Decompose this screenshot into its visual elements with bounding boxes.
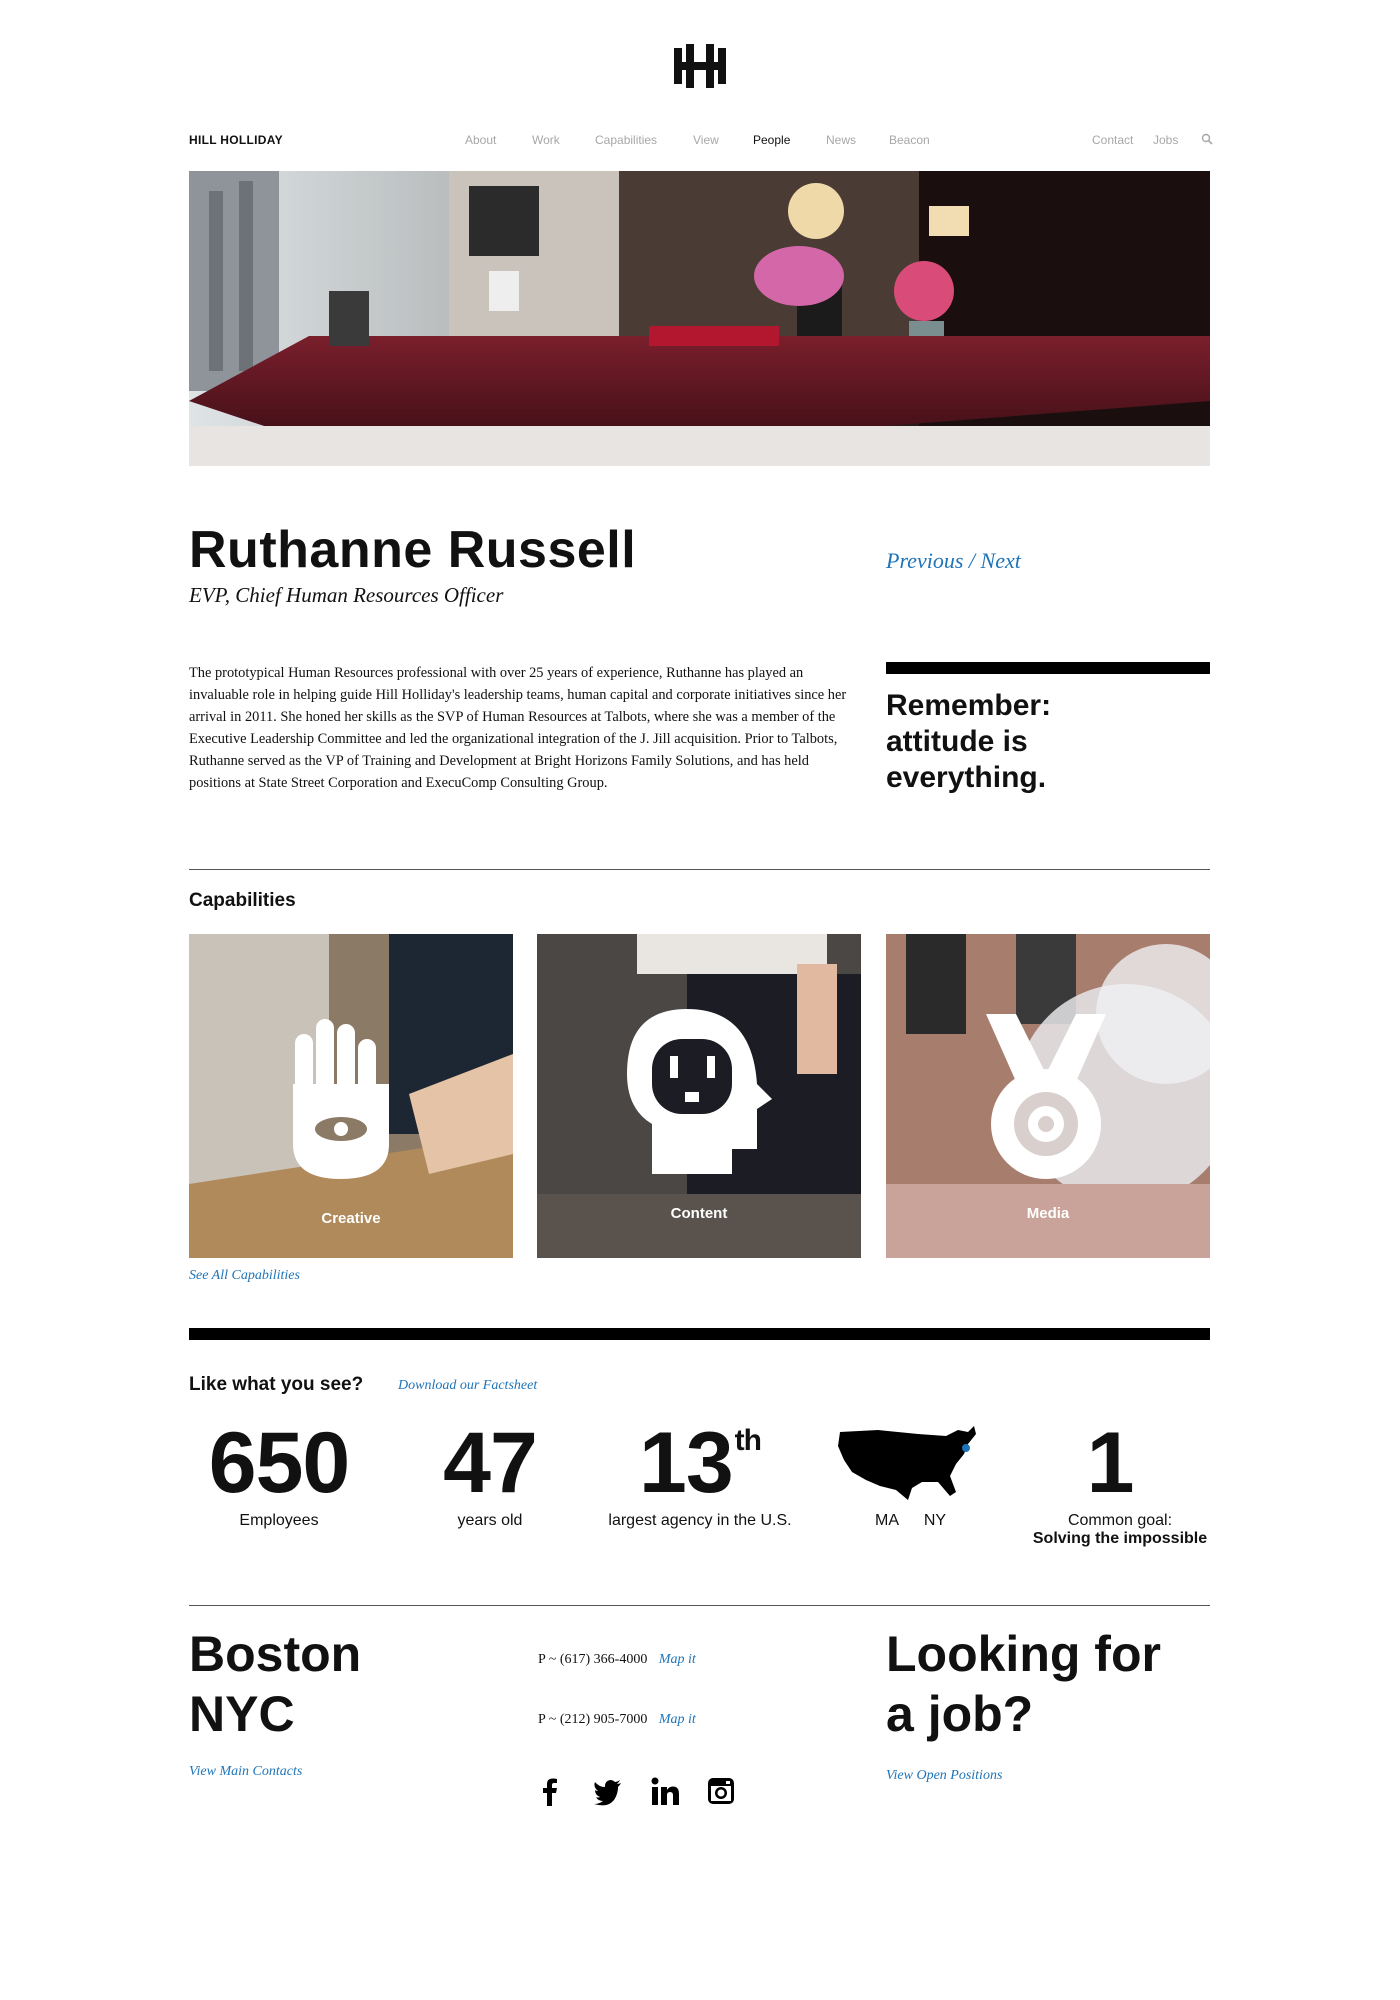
stat-age-number: 47	[443, 1415, 538, 1511]
view-main-contacts-link[interactable]: View Main Contacts	[189, 1764, 302, 1780]
nav-news[interactable]: News	[826, 133, 856, 147]
stat-rank-label: largest agency in the U.S.	[608, 1512, 792, 1529]
download-factsheet-link[interactable]: Download our Factsheet	[398, 1378, 537, 1394]
section-divider	[189, 1605, 1210, 1606]
see-all-capabilities-link[interactable]: See All Capabilities	[189, 1268, 300, 1284]
search-icon[interactable]	[1201, 133, 1213, 145]
hero-office-photo	[189, 171, 1210, 466]
twitter-icon[interactable]	[593, 1776, 623, 1806]
person-title: EVP, Chief Human Resources Officer	[189, 583, 504, 607]
nav-contact[interactable]: Contact	[1092, 133, 1133, 147]
phone-number[interactable]: P ~ (617) 366-4000	[538, 1652, 647, 1667]
capability-card-media[interactable]: Media	[886, 934, 1210, 1258]
phone-number[interactable]: P ~ (212) 905-7000	[538, 1712, 647, 1727]
card-label: Creative	[321, 1210, 381, 1227]
job-heading-line: a job?	[886, 1686, 1034, 1742]
stat-employees-number: 650	[208, 1415, 351, 1511]
section-divider	[189, 869, 1210, 870]
nav-capabilities[interactable]: Capabilities	[595, 133, 657, 147]
hh-logo-icon[interactable]	[672, 44, 728, 88]
facebook-icon[interactable]	[535, 1776, 565, 1806]
stat-goal-bold: Solving the impossible	[1032, 1530, 1208, 1547]
map-it-link[interactable]: Map it	[659, 1712, 696, 1727]
stats-heading: Like what you see?	[189, 1374, 364, 1395]
phone-boston: P ~ (617) 366-4000 Map it	[538, 1652, 696, 1668]
stat-goal-label: Common goal: Solving the impossible	[1010, 1512, 1230, 1548]
instagram-icon[interactable]	[706, 1776, 736, 1806]
prev-next-nav: Previous / Next	[886, 548, 1021, 574]
nav-people[interactable]: People	[753, 133, 790, 147]
view-open-positions-link[interactable]: View Open Positions	[886, 1768, 1002, 1784]
map-label-ma: MA	[875, 1512, 899, 1529]
person-bio: The prototypical Human Resources profess…	[189, 665, 847, 791]
capabilities-heading: Capabilities	[189, 890, 296, 911]
job-heading: Looking for a job?	[886, 1624, 1161, 1744]
quote-line: everything.	[886, 761, 1047, 794]
stat-goal-number: 1	[1086, 1415, 1135, 1511]
city-boston: Boston	[189, 1626, 362, 1682]
stat-rank-value: 13	[639, 1415, 734, 1511]
person-quote: Remember: attitude is everything.	[886, 688, 1210, 796]
stat-employees-label: Employees	[239, 1512, 319, 1529]
capability-card-creative[interactable]: Creative	[189, 934, 513, 1258]
nav-about[interactable]: About	[465, 133, 496, 147]
us-map-icon	[838, 1426, 976, 1500]
phone-nyc: P ~ (212) 905-7000 Map it	[538, 1712, 696, 1728]
map-label-ny: NY	[923, 1512, 947, 1529]
stat-rank-suffix: th	[734, 1424, 762, 1457]
previous-link[interactable]: Previous	[886, 548, 963, 573]
stat-age-label: years old	[457, 1512, 523, 1529]
section-divider-thick	[189, 1328, 1210, 1340]
city-nyc: NYC	[189, 1686, 295, 1742]
person-name: Ruthanne Russell	[189, 521, 637, 579]
card-label: Media	[1026, 1205, 1070, 1222]
nav-work[interactable]: Work	[532, 133, 560, 147]
map-it-link[interactable]: Map it	[659, 1652, 696, 1667]
next-link[interactable]: Next	[981, 548, 1021, 573]
nav-jobs[interactable]: Jobs	[1153, 133, 1178, 147]
nav-view[interactable]: View	[693, 133, 719, 147]
job-heading-line: Looking for	[886, 1626, 1161, 1682]
linkedin-icon[interactable]	[650, 1776, 680, 1806]
quote-line: attitude is	[886, 725, 1028, 758]
prev-next-separator: /	[968, 548, 976, 573]
quote-line: Remember:	[886, 689, 1052, 722]
card-label: Content	[670, 1205, 728, 1222]
quote-divider	[886, 662, 1210, 674]
stat-goal-text: Common goal:	[1067, 1512, 1173, 1529]
nav-beacon[interactable]: Beacon	[889, 133, 930, 147]
brand-name[interactable]: HILL HOLLIDAY	[189, 133, 283, 147]
capability-card-content[interactable]: Content	[537, 934, 861, 1258]
